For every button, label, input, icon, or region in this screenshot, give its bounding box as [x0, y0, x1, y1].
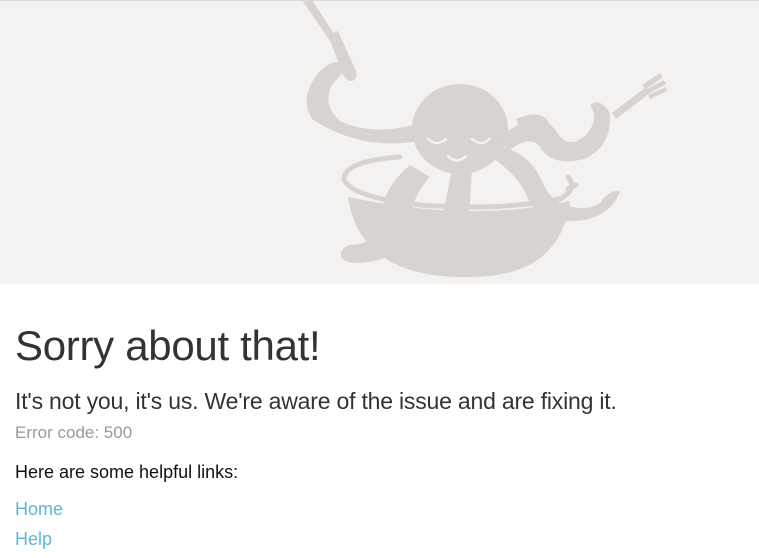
octopus-illustration-icon [302, 1, 667, 278]
error-message: It's not you, it's us. We're aware of th… [15, 388, 617, 414]
list-item: Home [15, 494, 745, 524]
home-link[interactable]: Home [15, 499, 63, 519]
help-link[interactable]: Help [15, 529, 52, 549]
hero-banner [0, 1, 759, 284]
page-title: Sorry about that! [15, 322, 321, 369]
error-page: Sorry about that! It's not you, it's us.… [0, 0, 759, 558]
error-content: Sorry about that! It's not you, it's us.… [15, 318, 745, 554]
helpful-links-list: Home Help [15, 494, 745, 554]
list-item: Help [15, 524, 745, 554]
error-code: Error code: 500 [15, 423, 133, 442]
links-heading: Here are some helpful links: [15, 462, 239, 482]
